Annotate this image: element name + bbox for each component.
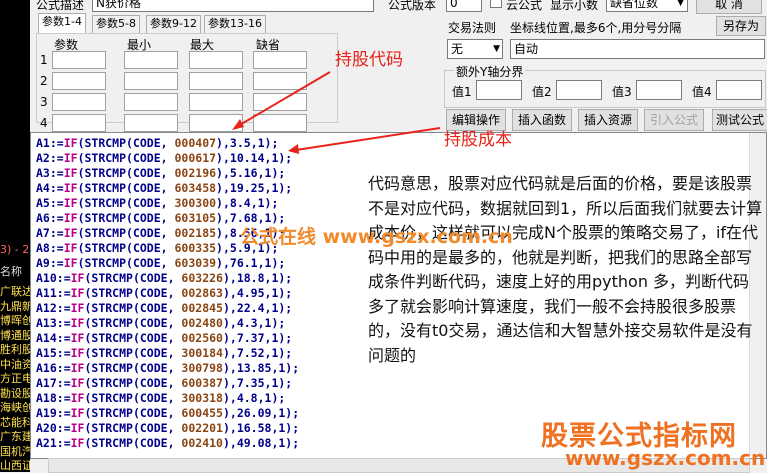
watermark-mid: 公式在线 www.gszx.com.cn [240,226,513,248]
stock-code-note: 持股代码 [335,50,403,70]
arrowhead-code [232,119,244,130]
watermark-url: www.gszx.com.cn [565,446,766,470]
arrow-to-code [237,71,331,127]
explanation-note: 代码意思，股票对应代码就是后面的价格，要是该股票不是对应代码，数据就回到1，所以… [368,174,763,365]
stock-cost-note: 持股成本 [444,130,512,150]
arrow-to-cost [295,127,441,151]
arrowhead-cost [288,144,299,154]
